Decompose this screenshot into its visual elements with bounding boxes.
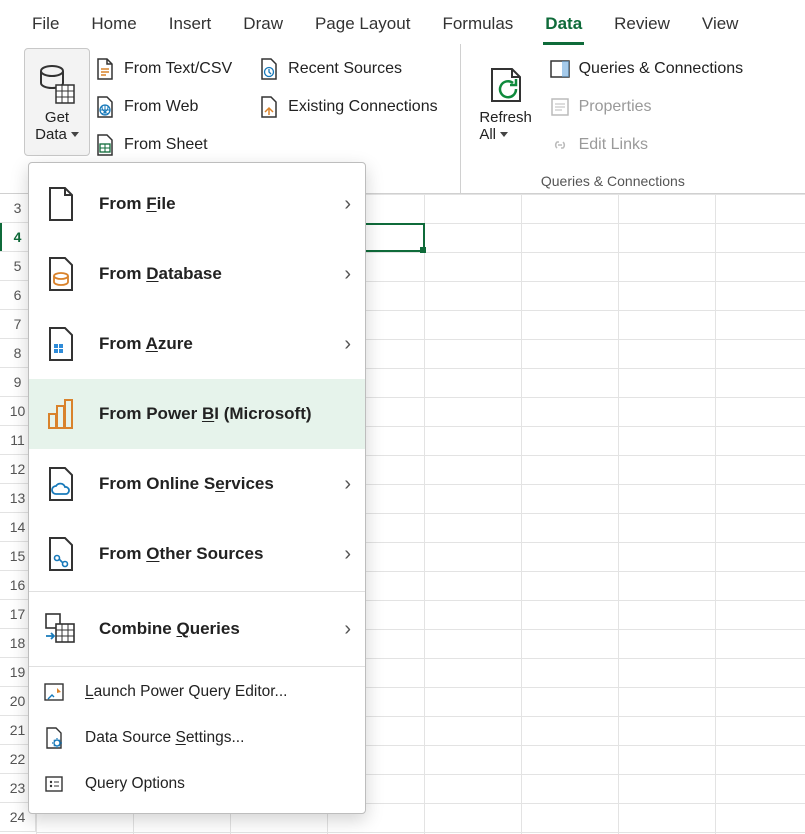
properties-icon — [549, 97, 571, 117]
from-web-label: From Web — [124, 98, 198, 116]
database-file-icon — [43, 256, 79, 292]
menu-from-power-bi-label: From Power BI (Microsoft) — [99, 404, 351, 424]
tab-home[interactable]: Home — [89, 8, 138, 44]
menu-combine-queries-label: Combine Queries — [99, 619, 324, 639]
tab-file[interactable]: File — [30, 8, 61, 44]
power-bi-icon — [43, 396, 79, 432]
ribbon-tabs: File Home Insert Draw Page Layout Formul… — [0, 0, 805, 44]
chevron-down-icon — [71, 132, 79, 137]
from-text-csv-button[interactable]: From Text/CSV — [90, 50, 242, 88]
globe-icon — [94, 96, 116, 118]
menu-from-azure[interactable]: From Azure › — [29, 309, 365, 379]
chevron-right-icon: › — [344, 333, 351, 356]
chevron-right-icon: › — [344, 618, 351, 641]
menu-launch-pqe[interactable]: Launch Power Query Editor... — [29, 669, 365, 715]
existing-connections-button[interactable]: Existing Connections — [254, 88, 447, 126]
edit-links-label: Edit Links — [579, 136, 648, 154]
menu-from-database[interactable]: From Database › — [29, 239, 365, 309]
menu-from-online-services-label: From Online Services — [99, 474, 324, 494]
existing-connections-label: Existing Connections — [288, 98, 437, 116]
refresh-all-button[interactable]: Refresh All — [473, 48, 539, 156]
group-label-qc: Queries & Connections — [473, 173, 754, 191]
file-icon — [43, 186, 79, 222]
menu-from-azure-label: From Azure — [99, 334, 324, 354]
tab-formulas[interactable]: Formulas — [440, 8, 515, 44]
database-barrel-icon — [38, 65, 76, 105]
from-web-button[interactable]: From Web — [90, 88, 242, 126]
tab-view[interactable]: View — [700, 8, 741, 44]
chevron-down-icon — [500, 132, 508, 137]
tab-data[interactable]: Data — [543, 8, 584, 44]
from-sheet-button[interactable]: From Sheet — [90, 126, 242, 164]
azure-file-icon — [43, 326, 79, 362]
menu-query-options[interactable]: Query Options — [29, 761, 365, 807]
side-panel-icon — [549, 59, 571, 79]
menu-launch-pqe-label: Launch Power Query Editor... — [85, 683, 351, 701]
file-text-icon — [94, 58, 116, 80]
settings-file-icon — [43, 727, 65, 749]
recent-sources-label: Recent Sources — [288, 60, 402, 78]
menu-from-other-sources-label: From Other Sources — [99, 544, 324, 564]
get-data-button[interactable]: Get Data — [24, 48, 90, 156]
menu-from-file-label: From File — [99, 194, 324, 214]
menu-data-source-settings-label: Data Source Settings... — [85, 729, 351, 747]
tab-draw[interactable]: Draw — [241, 8, 285, 44]
connections-icon — [258, 96, 280, 118]
group-queries-connections: Refresh All Queries & Connections Proper… — [469, 44, 766, 193]
from-text-csv-label: From Text/CSV — [124, 60, 232, 78]
properties-label: Properties — [579, 98, 652, 116]
chevron-right-icon: › — [344, 473, 351, 496]
link-icon — [549, 135, 571, 155]
menu-separator — [29, 666, 365, 667]
edit-links-button: Edit Links — [545, 126, 754, 164]
menu-separator — [29, 591, 365, 592]
cloud-file-icon — [43, 466, 79, 502]
menu-from-online-services[interactable]: From Online Services › — [29, 449, 365, 519]
menu-from-power-bi[interactable]: From Power BI (Microsoft) — [29, 379, 365, 449]
menu-data-source-settings[interactable]: Data Source Settings... — [29, 715, 365, 761]
sheet-icon — [94, 134, 116, 156]
get-data-label-1: Get — [35, 109, 79, 126]
menu-query-options-label: Query Options — [85, 775, 351, 793]
editor-icon — [43, 682, 65, 702]
queries-connections-label: Queries & Connections — [579, 60, 744, 78]
from-sheet-label: From Sheet — [124, 136, 208, 154]
properties-button: Properties — [545, 88, 754, 126]
chevron-right-icon: › — [344, 543, 351, 566]
options-icon — [43, 774, 65, 794]
chevron-right-icon: › — [344, 263, 351, 286]
tab-page-layout[interactable]: Page Layout — [313, 8, 412, 44]
refresh-icon — [486, 65, 526, 105]
refresh-all-label-1: Refresh — [479, 109, 532, 126]
menu-combine-queries[interactable]: Combine Queries › — [29, 594, 365, 664]
queries-connections-button[interactable]: Queries & Connections — [545, 50, 754, 88]
refresh-all-label-2: All — [479, 126, 496, 143]
menu-from-database-label: From Database — [99, 264, 324, 284]
chevron-right-icon: › — [344, 193, 351, 216]
tab-insert[interactable]: Insert — [167, 8, 214, 44]
other-sources-icon — [43, 536, 79, 572]
get-data-label-2: Data — [35, 126, 67, 143]
menu-from-file[interactable]: From File › — [29, 169, 365, 239]
tab-review[interactable]: Review — [612, 8, 672, 44]
recent-icon — [258, 58, 280, 80]
get-data-menu: From File › From Database › From Azure ›… — [28, 162, 366, 814]
recent-sources-button[interactable]: Recent Sources — [254, 50, 447, 88]
combine-icon — [43, 612, 79, 646]
menu-from-other-sources[interactable]: From Other Sources › — [29, 519, 365, 589]
